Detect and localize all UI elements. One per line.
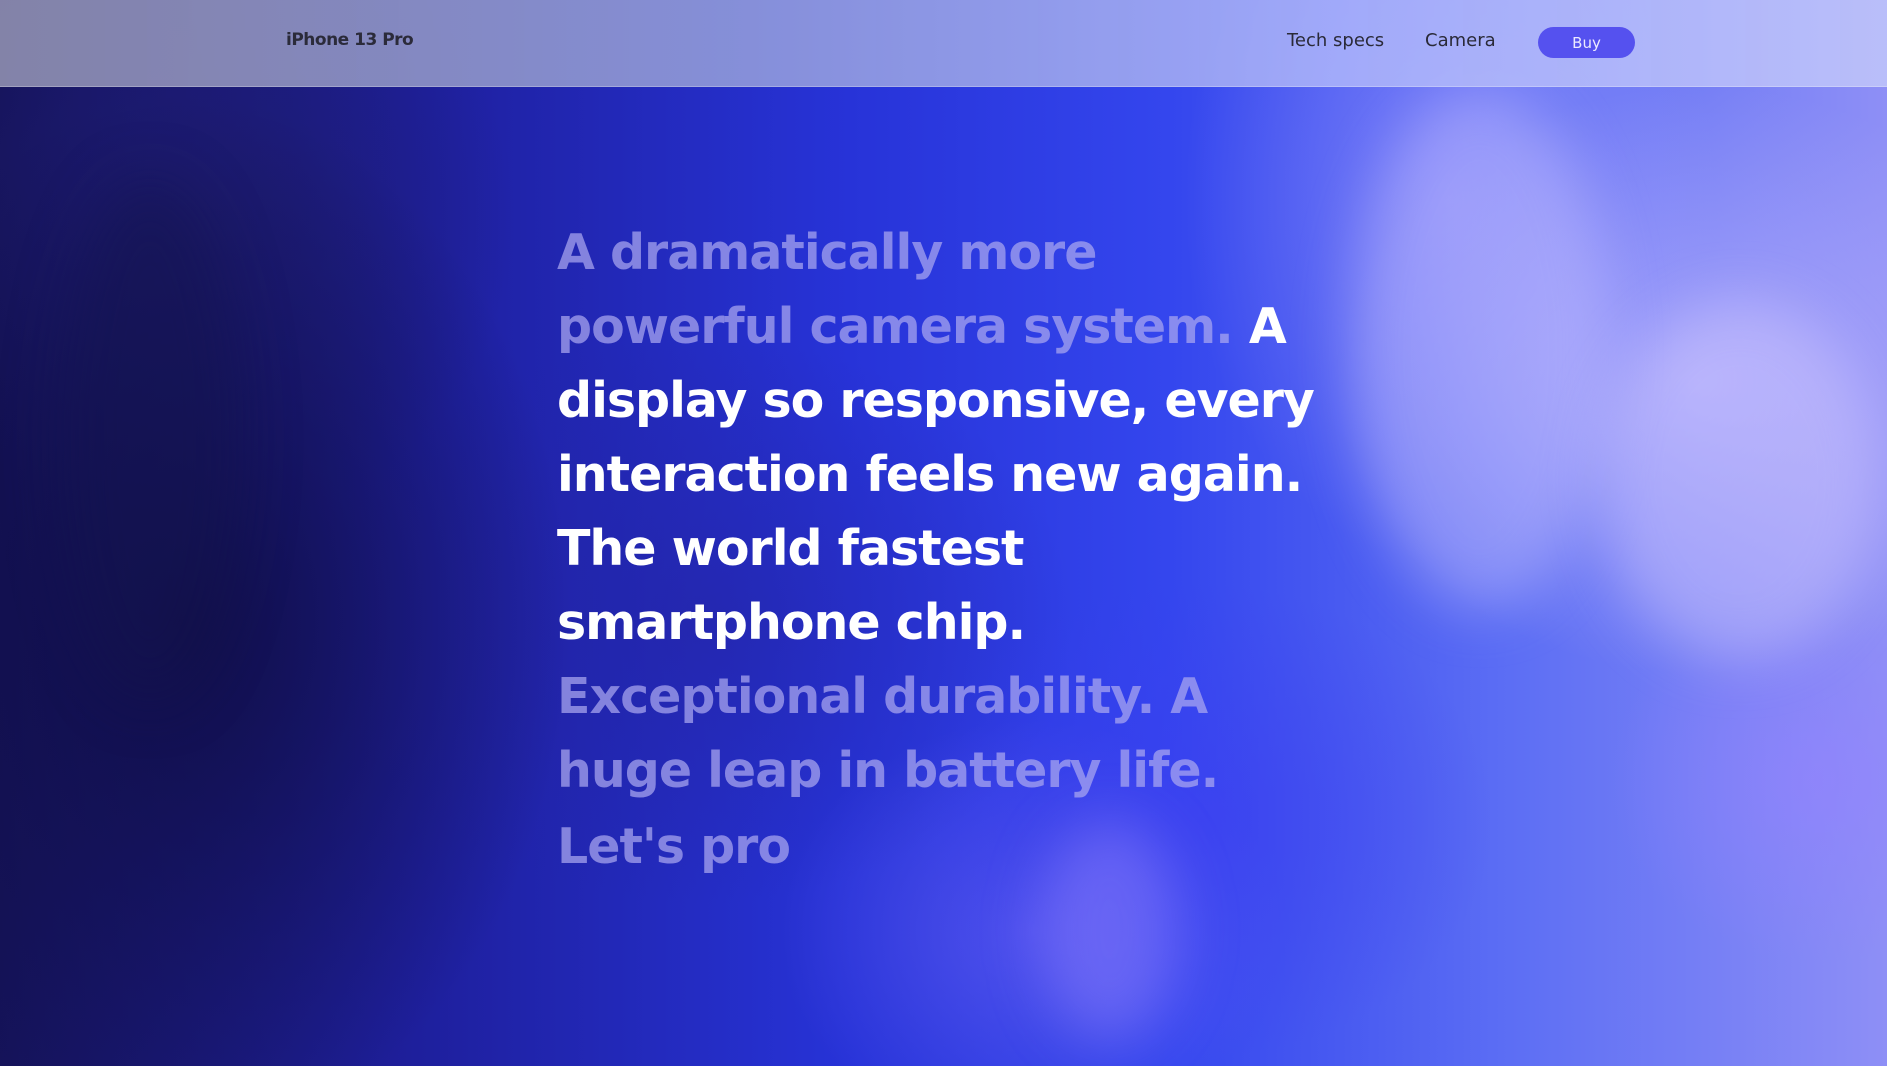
nav-link-tech-specs[interactable]: Tech specs	[1287, 30, 1384, 51]
smoke-wisp	[1350, 90, 1610, 610]
smoke-wisp	[1040, 820, 1180, 1040]
nav-link-camera[interactable]: Camera	[1425, 30, 1496, 51]
page: iPhone 13 Pro Tech specs Camera Buy A dr…	[0, 0, 1887, 1066]
hero-copy-outro: Exceptional durability. A huge leap in b…	[557, 668, 1219, 799]
hero-tagline: Let's pro	[557, 818, 791, 875]
buy-button[interactable]: Buy	[1538, 27, 1635, 58]
brand-logo[interactable]: iPhone 13 Pro	[286, 30, 414, 50]
smoke-wisp	[1600, 300, 1880, 660]
hero-copy: A dramatically more powerful camera syst…	[557, 216, 1337, 808]
hero-copy-intro: A dramatically more powerful camera syst…	[557, 224, 1234, 355]
smoke-wisp	[60, 180, 240, 700]
top-navbar: iPhone 13 Pro Tech specs Camera Buy	[0, 0, 1887, 87]
